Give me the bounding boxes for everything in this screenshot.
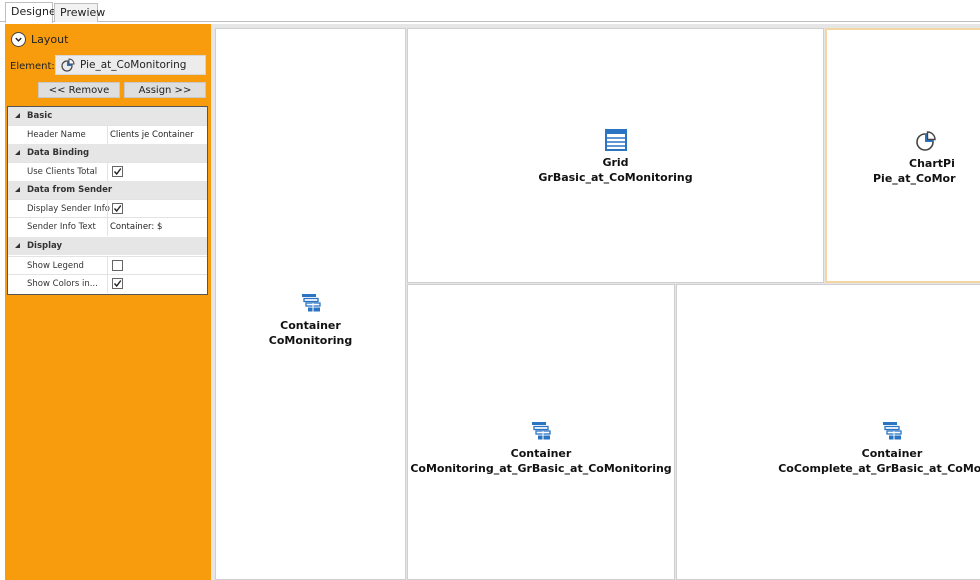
pane-container-cocomplete-at-grbasic[interactable]: Container CoComplete_at_GrBasic_at_CoMon…: [676, 284, 980, 580]
pane-content: Container CoMonitoring_at_GrBasic_at_CoM…: [408, 420, 674, 476]
designer-canvas: Container CoMonitoring Grid GrBasic_at_C…: [211, 24, 980, 580]
property-row: Show Colors in...: [8, 274, 207, 293]
property-name: Sender Info Text: [27, 222, 96, 232]
sender-info-text-value[interactable]: Container: $: [110, 222, 162, 232]
pane-container-comonitoring[interactable]: Container CoMonitoring: [215, 28, 406, 580]
category-label: Display: [27, 241, 63, 251]
tab-bar: Designer Prewiew: [0, 0, 980, 23]
pane-chart-pie[interactable]: ChartPi Pie_at_CoMor: [825, 28, 980, 283]
category-label: Data from Sender: [27, 185, 113, 195]
column-divider: [107, 200, 108, 218]
assign-button[interactable]: Assign >>: [124, 82, 206, 98]
checkmark-icon: [113, 168, 122, 176]
layout-header-label: Layout: [31, 32, 69, 46]
tab-designer[interactable]: Designer: [5, 2, 60, 23]
tab-preview[interactable]: Prewiew: [54, 3, 105, 22]
pane-content: Container CoComplete_at_GrBasic_at_CoMon…: [677, 420, 980, 476]
category-data-from-sender[interactable]: Data from Sender: [8, 181, 207, 199]
pane-content: Grid GrBasic_at_CoMonitoring: [408, 129, 823, 185]
collapse-triangle-icon[interactable]: [14, 242, 21, 249]
column-divider: [107, 218, 108, 236]
property-row: Use Clients Total: [8, 162, 207, 181]
chevron-down-icon[interactable]: [11, 31, 26, 47]
category-basic[interactable]: Basic: [8, 107, 207, 125]
checkmark-icon: [113, 280, 122, 288]
pie-chart-icon: [916, 131, 936, 151]
container-icon: [301, 294, 321, 312]
pane-element-name: CoMonitoring_at_GrBasic_at_CoMonitoring: [410, 462, 672, 475]
display-sender-info-checkbox[interactable]: [112, 203, 123, 214]
pane-grid-grbasic[interactable]: Grid GrBasic_at_CoMonitoring: [407, 28, 824, 283]
use-clients-total-checkbox[interactable]: [112, 166, 123, 177]
column-divider: [107, 126, 108, 144]
pane-type-label: Container: [861, 447, 923, 460]
container-icon: [883, 422, 902, 440]
column-divider: [107, 257, 108, 275]
pane-content: Container CoMonitoring: [216, 292, 405, 348]
property-row: Header Name Clients je Container: [8, 125, 207, 144]
pane-container-comonitoring-at-grbasic[interactable]: Container CoMonitoring_at_GrBasic_at_CoM…: [407, 284, 675, 580]
column-divider: [107, 275, 108, 293]
category-label: Basic: [27, 111, 53, 121]
column-divider: [107, 163, 108, 181]
container-icon: [532, 422, 551, 440]
element-label: Element:: [10, 61, 55, 72]
collapse-triangle-icon[interactable]: [14, 149, 21, 156]
pane-content: ChartPi Pie_at_CoMor: [873, 130, 980, 186]
layout-header[interactable]: Layout: [11, 30, 68, 48]
pane-type-label: Container: [510, 447, 572, 460]
pane-element-name: CoMonitoring: [268, 334, 353, 347]
remove-button[interactable]: << Remove: [38, 82, 120, 98]
show-legend-checkbox[interactable]: [112, 260, 123, 271]
pane-type-label: ChartPi: [909, 157, 955, 170]
property-row: Show Legend: [8, 256, 207, 275]
tab-designer-label: Designer: [11, 5, 61, 18]
property-name: Header Name: [27, 130, 86, 140]
property-name: Use Clients Total: [27, 167, 98, 177]
header-name-value[interactable]: Clients je Container: [110, 130, 194, 140]
grid-icon: [604, 129, 627, 151]
property-name: Show Colors in...: [27, 279, 98, 289]
category-display[interactable]: Display: [8, 237, 207, 255]
pane-type-label: Container: [280, 319, 341, 332]
collapse-triangle-icon[interactable]: [14, 112, 21, 119]
element-selector[interactable]: Pie_at_CoMonitoring: [55, 55, 206, 75]
layout-panel: Layout Element: Pie_at_CoMonitoring << R…: [5, 24, 211, 580]
pane-element-name: Pie_at_CoMor: [873, 172, 956, 185]
collapse-triangle-icon[interactable]: [14, 186, 21, 193]
checkmark-icon: [113, 205, 122, 213]
pane-element-name: GrBasic_at_CoMonitoring: [538, 171, 693, 184]
tab-preview-label: Prewiew: [60, 6, 106, 19]
show-colors-checkbox[interactable]: [112, 278, 123, 289]
pane-type-label: Grid: [602, 156, 629, 169]
category-label: Data Binding: [27, 148, 90, 158]
category-data-binding[interactable]: Data Binding: [8, 144, 207, 162]
pie-chart-icon: [61, 58, 75, 72]
property-grid: Basic Header Name Clients je Container D…: [7, 106, 208, 295]
property-name: Display Sender Info: [27, 204, 110, 214]
pane-element-name: CoComplete_at_GrBasic_at_CoMonito: [778, 462, 980, 475]
property-row: Display Sender Info: [8, 199, 207, 218]
property-name: Show Legend: [27, 261, 84, 271]
element-value: Pie_at_CoMonitoring: [80, 59, 187, 71]
property-row: Sender Info Text Container: $: [8, 217, 207, 236]
